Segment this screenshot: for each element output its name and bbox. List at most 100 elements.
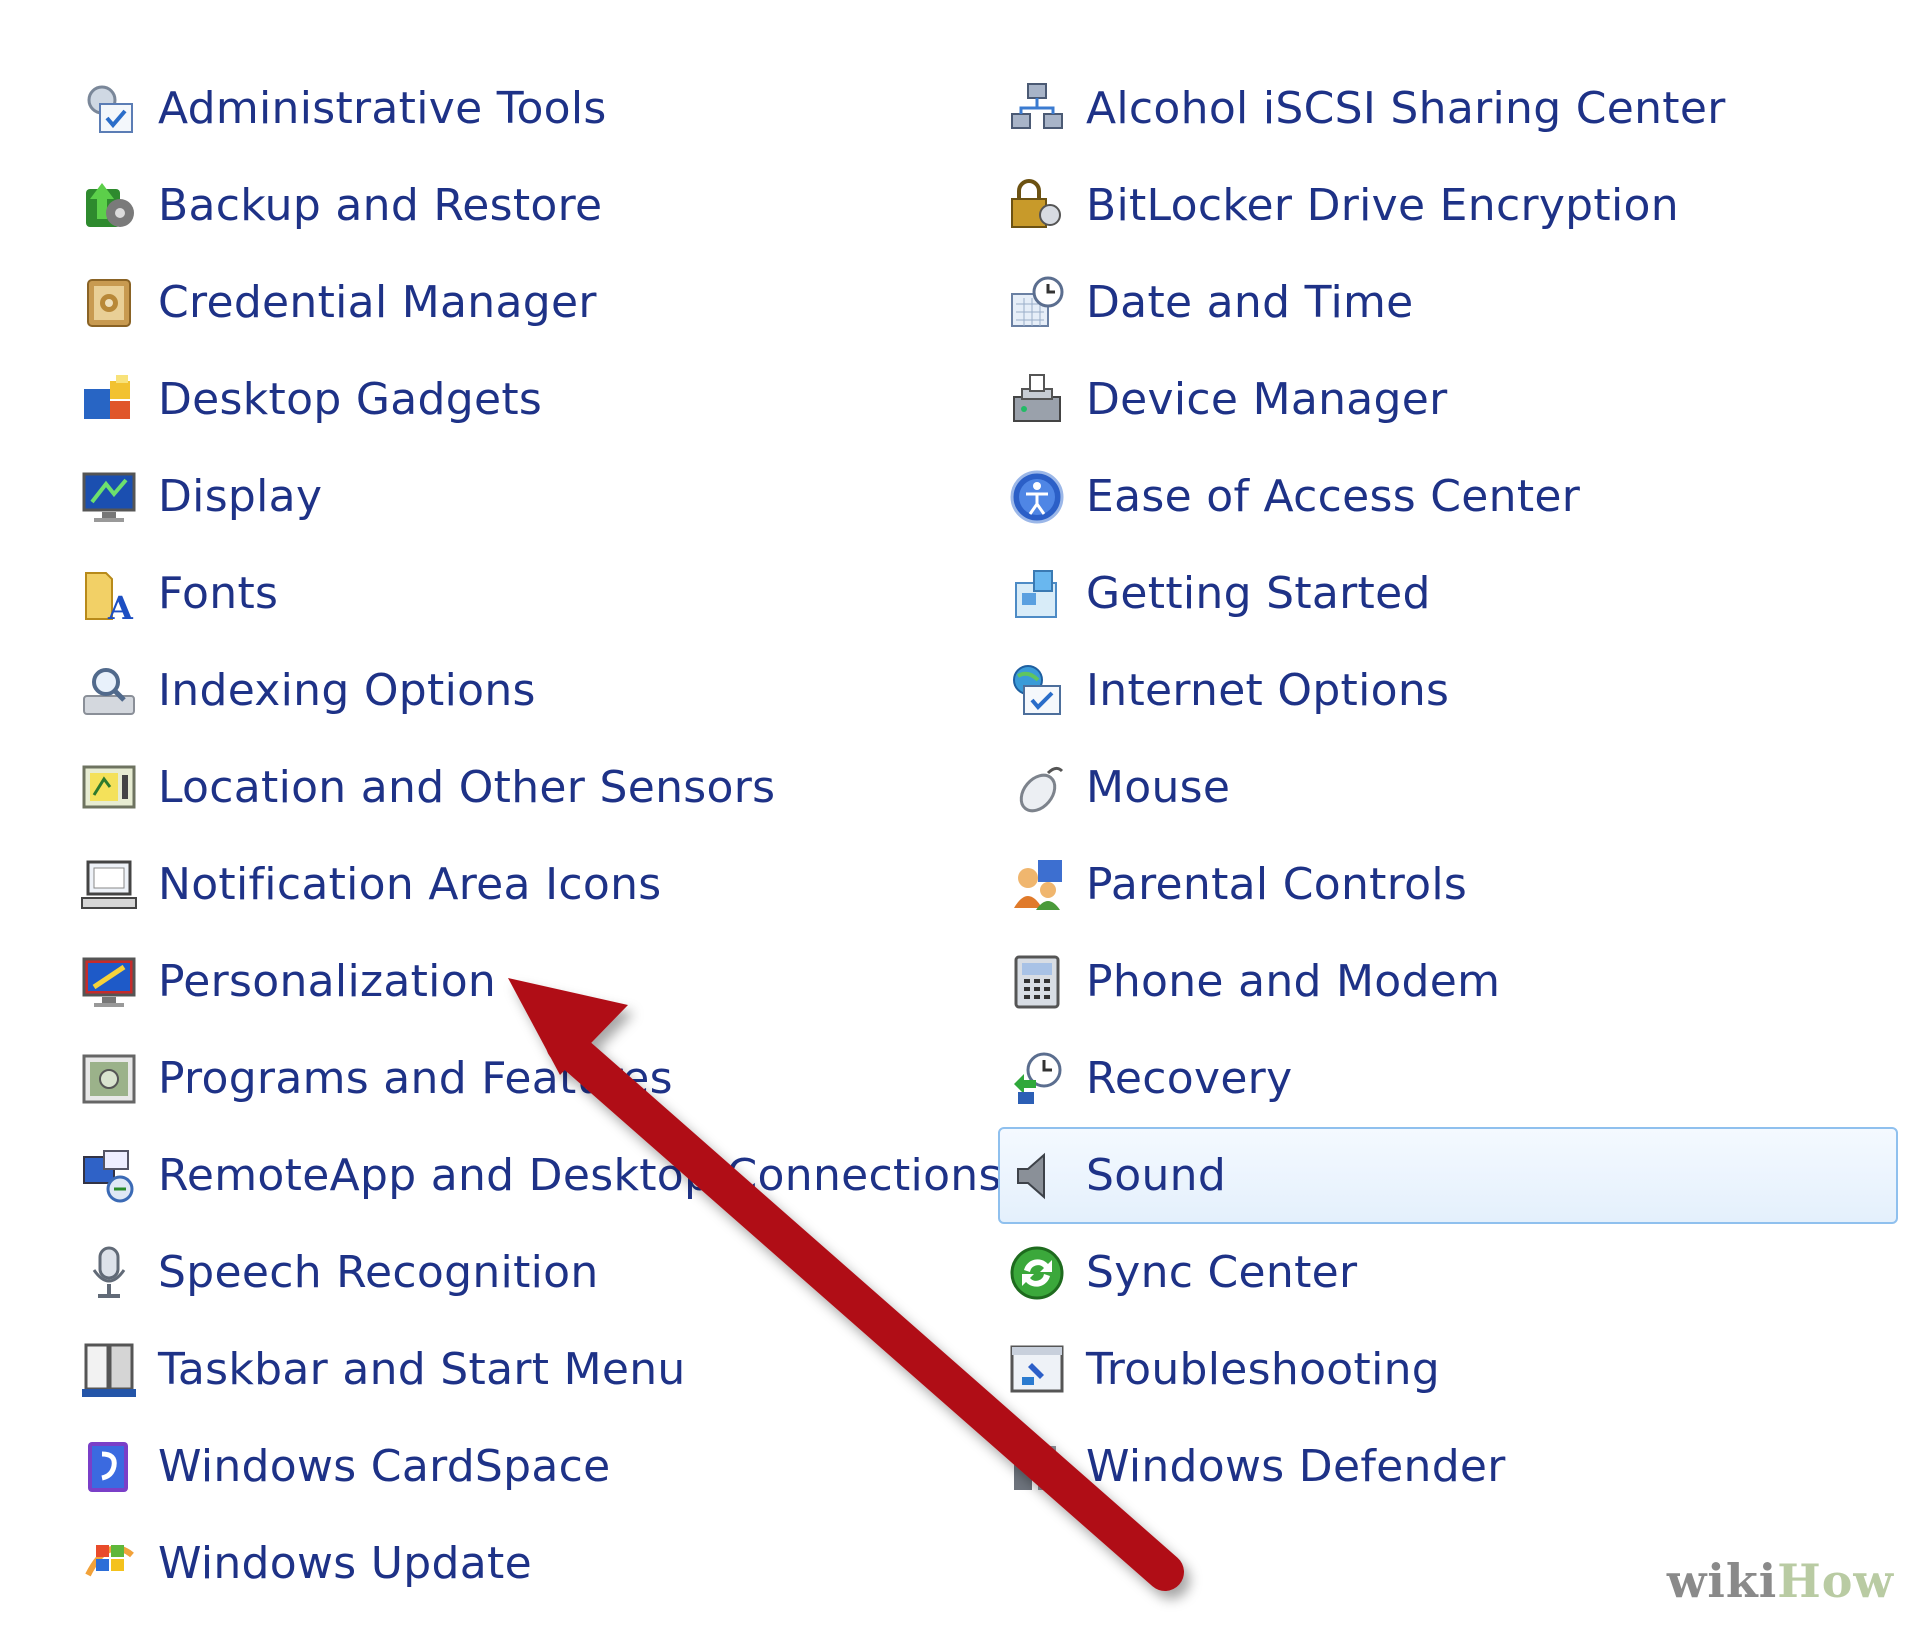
item-label[interactable]: Desktop Gadgets [158,374,542,425]
control-panel-item[interactable]: Programs and Features [70,1030,950,1127]
control-panel-item[interactable]: Backup and Restore [70,157,950,254]
phone-modem-icon [1008,953,1066,1011]
item-label[interactable]: Personalization [158,956,496,1007]
control-panel-item[interactable]: BitLocker Drive Encryption [998,157,1898,254]
fonts-icon: A [80,565,138,623]
date-time-icon [1008,274,1066,332]
watermark-part2: How [1777,1554,1894,1608]
gadgets-icon [80,371,138,429]
item-label[interactable]: RemoteApp and Desktop Connections [158,1150,1002,1201]
item-label[interactable]: Windows CardSpace [158,1441,611,1492]
item-label[interactable]: Alcohol iSCSI Sharing Center [1086,83,1726,134]
control-panel-item[interactable]: Phone and Modem [998,933,1898,1030]
speech-icon [80,1244,138,1302]
item-label[interactable]: Programs and Features [158,1053,673,1104]
control-panel-item[interactable]: Getting Started [998,545,1898,642]
item-label[interactable]: BitLocker Drive Encryption [1086,180,1679,231]
item-label[interactable]: Administrative Tools [158,83,607,134]
item-label[interactable]: Ease of Access Center [1086,471,1580,522]
item-label[interactable]: Credential Manager [158,277,597,328]
remoteapp-icon [80,1147,138,1205]
troubleshooting-icon [1008,1341,1066,1399]
svg-text:A: A [107,589,134,623]
control-panel-item[interactable]: Date and Time [998,254,1898,351]
programs-icon [80,1050,138,1108]
credential-icon [80,274,138,332]
control-panel-item[interactable]: Troubleshooting [998,1321,1898,1418]
control-panel-item[interactable]: Administrative Tools [70,60,950,157]
control-panel-item[interactable]: Alcohol iSCSI Sharing Center [998,60,1898,157]
display-icon [80,468,138,526]
control-panel-item[interactable]: Parental Controls [998,836,1898,933]
sound-icon [1008,1147,1066,1205]
item-label[interactable]: Internet Options [1086,665,1449,716]
device-manager-icon [1008,371,1066,429]
control-panel-grid: Administrative Tools Backup and Restore Cr… [0,0,1920,1636]
control-panel-item[interactable]: Taskbar and Start Menu [70,1321,950,1418]
control-panel-item[interactable]: Notification Area Icons [70,836,950,933]
item-label[interactable]: Sound [1086,1150,1226,1201]
item-label[interactable]: Parental Controls [1086,859,1467,910]
sync-icon [1008,1244,1066,1302]
control-panel-item[interactable]: Credential Manager [70,254,950,351]
item-label[interactable]: Taskbar and Start Menu [158,1344,686,1395]
left-column: Administrative Tools Backup and Restore Cr… [70,60,1001,1612]
control-panel-item[interactable]: Sound [998,1127,1898,1224]
control-panel-item[interactable]: A Fonts [70,545,950,642]
iscsi-icon [1008,80,1066,138]
cardspace-icon [80,1438,138,1496]
right-column: Alcohol iSCSI Sharing Center BitLocker Dr… [998,60,1898,1515]
recovery-icon [1008,1050,1066,1108]
control-panel-item[interactable]: Speech Recognition [70,1224,950,1321]
control-panel-item[interactable]: RemoteApp and Desktop Connections [70,1127,1001,1224]
personalization-icon [80,953,138,1011]
item-label[interactable]: Phone and Modem [1086,956,1500,1007]
item-label[interactable]: Device Manager [1086,374,1448,425]
control-panel-item[interactable]: Display [70,448,950,545]
ease-of-access-icon [1008,468,1066,526]
item-label[interactable]: Display [158,471,322,522]
admin-tools-icon [80,80,138,138]
notification-icon [80,856,138,914]
item-label[interactable]: Date and Time [1086,277,1414,328]
item-label[interactable]: Backup and Restore [158,180,602,231]
control-panel-item[interactable]: Device Manager [998,351,1898,448]
control-panel-item[interactable]: Indexing Options [70,642,950,739]
control-panel-item[interactable]: Ease of Access Center [998,448,1898,545]
control-panel-item[interactable]: Windows CardSpace [70,1418,950,1515]
item-label[interactable]: Sync Center [1086,1247,1357,1298]
windows-update-icon [80,1535,138,1593]
item-label[interactable]: Speech Recognition [158,1247,599,1298]
item-label[interactable]: Recovery [1086,1053,1292,1104]
taskbar-icon [80,1341,138,1399]
control-panel-item[interactable]: Location and Other Sensors [70,739,950,836]
control-panel-item[interactable]: Personalization [70,933,950,1030]
watermark-part1: wiki [1666,1554,1778,1608]
parental-controls-icon [1008,856,1066,914]
getting-started-icon [1008,565,1066,623]
item-label[interactable]: Windows Defender [1086,1441,1506,1492]
item-label[interactable]: Getting Started [1086,568,1431,619]
control-panel-item[interactable]: Desktop Gadgets [70,351,950,448]
internet-options-icon [1008,662,1066,720]
item-label[interactable]: Troubleshooting [1086,1344,1440,1395]
mouse-icon [1008,759,1066,817]
backup-icon [80,177,138,235]
item-label[interactable]: Location and Other Sensors [158,762,775,813]
bitlocker-icon [1008,177,1066,235]
defender-icon [1008,1438,1066,1496]
control-panel-item[interactable]: Recovery [998,1030,1898,1127]
item-label[interactable]: Notification Area Icons [158,859,662,910]
item-label[interactable]: Fonts [158,568,278,619]
control-panel-item[interactable]: Mouse [998,739,1898,836]
wikihow-watermark: wikiHow [1667,1554,1894,1608]
item-label[interactable]: Windows Update [158,1538,532,1589]
item-label[interactable]: Mouse [1086,762,1230,813]
control-panel-item[interactable]: Internet Options [998,642,1898,739]
control-panel-item[interactable]: Windows Update [70,1515,950,1612]
indexing-icon [80,662,138,720]
control-panel-item[interactable]: Sync Center [998,1224,1898,1321]
item-label[interactable]: Indexing Options [158,665,536,716]
control-panel-item[interactable]: Windows Defender [998,1418,1898,1515]
sensors-icon [80,759,138,817]
